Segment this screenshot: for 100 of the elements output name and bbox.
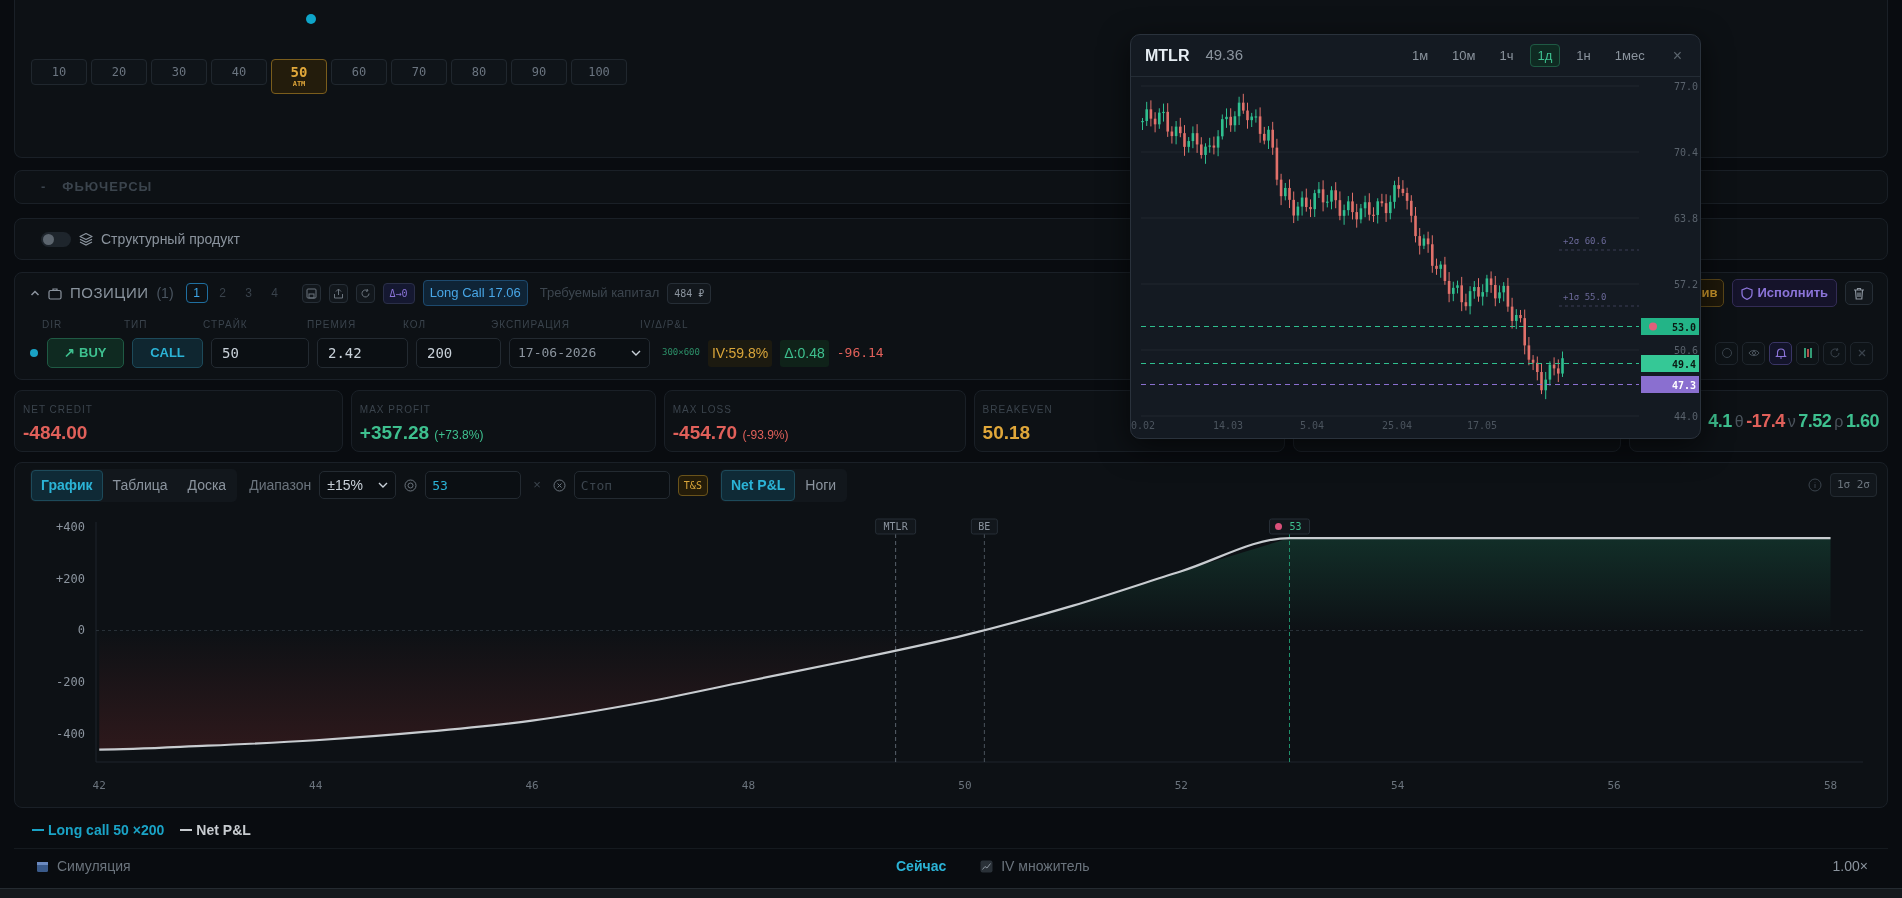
target-input[interactable]: 53 [425,471,522,499]
axis-label: 25.04 [1381,420,1413,431]
timeframe-tab[interactable]: 1мес [1606,43,1653,68]
sigma-label: +1σ 55.0 [1563,292,1607,302]
greeks-values: 4.1 θ -17.4 ν 7.52 ρ 1.60 [1708,409,1879,433]
trash-icon [1853,286,1865,300]
type-button[interactable]: CALL [132,338,203,368]
range-label: Диапазон [249,475,312,495]
axis-label: 58 [1823,779,1838,792]
circle-icon [1720,347,1733,359]
axis-label: 42 [92,779,106,792]
eye-icon [1747,347,1760,359]
strike-button[interactable]: 60 [331,59,387,85]
share-button[interactable] [328,283,348,303]
axis-label: 44.0 [1673,411,1698,422]
capital-value: 484 ₽ [667,282,712,304]
size-label: 300×600 [662,346,700,360]
price-tag: 49.4 [1641,355,1699,372]
chevron-up-icon[interactable] [30,288,40,298]
delta-value: Δ:0.48 [780,339,829,367]
side-button[interactable]: ↗ BUY [47,338,124,368]
ref-line-label: BE [978,521,991,532]
capital-label: Требуемый капитал [539,284,660,303]
product-label: Структурный продукт [101,229,240,249]
date-select[interactable]: 17-06-2026 [509,338,650,368]
timeframe-tab[interactable]: 1д [1529,43,1561,68]
strike-button[interactable]: 70 [391,59,447,85]
strike-button[interactable]: 20 [91,59,147,85]
premium-input[interactable]: 2.42 [317,338,408,368]
save-icon [305,287,317,299]
section-title: ПОЗИЦИИ [70,282,149,303]
strike-button[interactable]: 30 [151,59,207,85]
strike-button[interactable]: 100 [571,59,627,85]
strike-button[interactable]: 10 [31,59,87,85]
caret-icon [378,482,389,488]
delete-button[interactable] [1845,281,1873,305]
axis-label: 14.03 [1212,420,1244,431]
metric-label: BREAKEVEN [982,403,1053,417]
price-tag: 53.0 [1641,318,1699,335]
close-button[interactable]: × [1668,43,1686,68]
axis-label: 5.04 [1299,420,1325,431]
calendar-icon [36,860,49,873]
ts-badge: T&S [677,474,708,496]
page-tab[interactable]: 1 [185,283,208,303]
bell-button[interactable] [1769,341,1792,365]
position-count: (1) [156,283,174,303]
price-tag: 47.3 [1641,376,1699,393]
axis-label: 52 [1174,779,1188,792]
share-icon [332,287,344,299]
candles-button[interactable] [1796,341,1819,365]
axis-label: 0 [77,623,85,638]
close-button[interactable] [1850,341,1873,365]
axis-label: 46 [525,779,539,792]
axis-label: 17.05 [1466,420,1498,431]
circle-button[interactable] [1715,341,1738,365]
mode-tab[interactable]: Net P&L [720,469,796,501]
strike-button[interactable]: 40 [211,59,267,85]
range-select[interactable]: ±15% [319,471,397,499]
layers-icon [79,232,93,246]
execute-button[interactable]: Исполнить [1732,279,1837,307]
sigma-label: +2σ 60.6 [1563,236,1607,246]
axis-label: 50 [958,779,972,792]
sigma-button[interactable]: 1σ 2σ [1829,472,1877,498]
timeframe-tab[interactable]: 1н [1568,43,1599,68]
legend-item: Net P&L [180,819,251,841]
chart-icon [980,860,994,873]
axis-label: +200 [56,571,85,586]
strike-input[interactable]: 50 [211,338,309,368]
save-button[interactable] [301,283,321,303]
shield-icon [1741,286,1754,300]
timeframe-tab[interactable]: 1ч [1491,43,1522,68]
strike-button[interactable]: 90 [511,59,567,85]
slider-thumb[interactable] [306,14,316,24]
timeframe-tab[interactable]: 10м [1444,43,1484,68]
quantity-input[interactable]: 200 [416,338,501,368]
axis-label: 56 [1607,779,1621,792]
eye-button[interactable] [1742,341,1765,365]
caret-icon [631,350,641,356]
briefcase-icon [48,286,62,300]
axis-label: 70.4 [1673,147,1698,158]
axis-label: 50.6 [1673,345,1698,356]
refresh-button[interactable] [355,283,375,303]
axis-label: -200 [56,675,85,690]
stop-input[interactable]: Стоп [573,471,670,499]
axis-label: 54 [1391,779,1405,792]
toggle-switch[interactable] [41,231,71,247]
refresh-icon [1828,347,1841,359]
pnl-value: -96.14 [836,344,884,363]
view-tab[interactable]: Таблица [102,469,178,501]
marker-tag: MTLR [875,518,917,535]
view-tab[interactable]: Доска [177,469,237,501]
axis-label: +400 [56,519,85,534]
mode-tab[interactable]: Ноги [795,469,847,501]
ref-line-label: 53 [1289,521,1302,532]
delta-badge: Δ→0 [382,282,415,304]
view-tab[interactable]: График [31,469,103,501]
bell-icon [1774,347,1787,359]
strike-button[interactable]: 80 [451,59,507,85]
timeframe-tab[interactable]: 1м [1403,43,1437,68]
candles-icon [1801,347,1814,359]
